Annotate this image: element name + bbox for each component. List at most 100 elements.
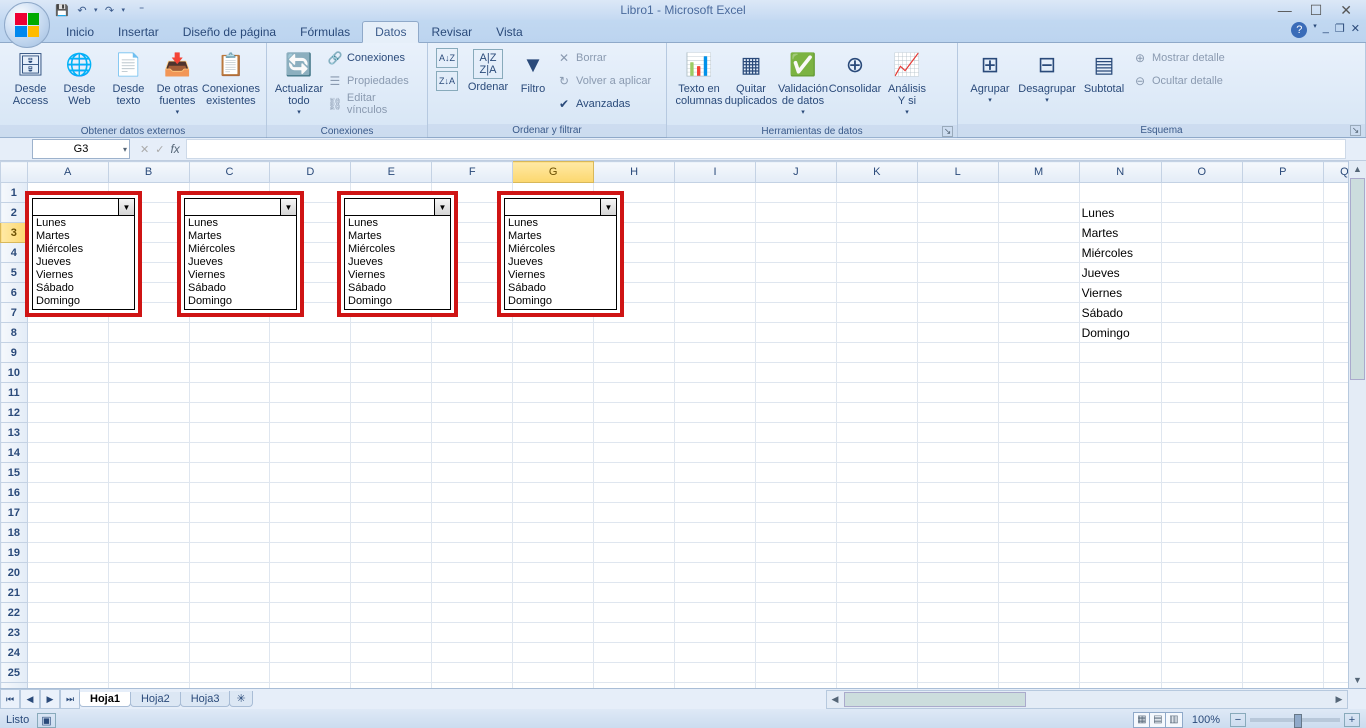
- cell-I8[interactable]: [675, 323, 756, 343]
- combo-option[interactable]: Miércoles: [508, 243, 613, 256]
- cell-G18[interactable]: [513, 523, 594, 543]
- cell-J13[interactable]: [755, 423, 836, 443]
- minimize-button[interactable]: —: [1278, 2, 1292, 19]
- cell-P13[interactable]: [1242, 423, 1323, 443]
- column-header-L[interactable]: L: [917, 162, 998, 183]
- row-header-1[interactable]: 1: [1, 183, 28, 203]
- undo-icon[interactable]: ↶: [74, 2, 90, 18]
- tab-nav-last-icon[interactable]: ⏭: [60, 689, 80, 709]
- cell-J11[interactable]: [755, 383, 836, 403]
- cell-F23[interactable]: [432, 623, 513, 643]
- cell-A22[interactable]: [27, 603, 108, 623]
- cell-A21[interactable]: [27, 583, 108, 603]
- cell-G22[interactable]: [513, 603, 594, 623]
- insert-sheet-button[interactable]: ✳: [229, 691, 252, 707]
- cell-D25[interactable]: [270, 663, 351, 683]
- cell-G20[interactable]: [513, 563, 594, 583]
- cell-B18[interactable]: [108, 523, 189, 543]
- cell-P15[interactable]: [1242, 463, 1323, 483]
- cell-F25[interactable]: [432, 663, 513, 683]
- cell-E18[interactable]: [351, 523, 432, 543]
- cell-H23[interactable]: [594, 623, 675, 643]
- quitar-duplicados-button[interactable]: ▦Quitar duplicados: [725, 47, 777, 109]
- cell-K5[interactable]: [836, 263, 917, 283]
- cell-O25[interactable]: [1161, 663, 1242, 683]
- maximize-button[interactable]: ☐: [1310, 2, 1323, 19]
- texto-columnas-button[interactable]: 📊Texto en columnas: [673, 47, 725, 109]
- cell-L13[interactable]: [917, 423, 998, 443]
- cell-F12[interactable]: [432, 403, 513, 423]
- cell-M11[interactable]: [998, 383, 1079, 403]
- cell-L6[interactable]: [917, 283, 998, 303]
- column-header-B[interactable]: B: [108, 162, 189, 183]
- cell-I2[interactable]: [675, 203, 756, 223]
- cell-D18[interactable]: [270, 523, 351, 543]
- dialog-launcher-esquema[interactable]: ↘: [1350, 125, 1361, 136]
- cell-F18[interactable]: [432, 523, 513, 543]
- sort-asc-button[interactable]: A↓Z: [436, 47, 462, 69]
- cell-D23[interactable]: [270, 623, 351, 643]
- cell-I20[interactable]: [675, 563, 756, 583]
- cell-P7[interactable]: [1242, 303, 1323, 323]
- cell-O15[interactable]: [1161, 463, 1242, 483]
- cell-L2[interactable]: [917, 203, 998, 223]
- cell-O9[interactable]: [1161, 343, 1242, 363]
- cell-K7[interactable]: [836, 303, 917, 323]
- cell-J24[interactable]: [755, 643, 836, 663]
- combo-option[interactable]: Martes: [36, 230, 131, 243]
- cell-K14[interactable]: [836, 443, 917, 463]
- cell-J20[interactable]: [755, 563, 836, 583]
- cell-C25[interactable]: [189, 663, 270, 683]
- cell-L22[interactable]: [917, 603, 998, 623]
- column-header-N[interactable]: N: [1079, 162, 1161, 183]
- row-header-5[interactable]: 5: [1, 263, 28, 283]
- column-header-E[interactable]: E: [351, 162, 432, 183]
- vscroll-thumb[interactable]: [1350, 178, 1365, 380]
- cell-I7[interactable]: [675, 303, 756, 323]
- combo-option[interactable]: Martes: [348, 230, 447, 243]
- cell-C10[interactable]: [189, 363, 270, 383]
- cell-A25[interactable]: [27, 663, 108, 683]
- cell-N2[interactable]: Lunes: [1079, 203, 1161, 223]
- cell-A24[interactable]: [27, 643, 108, 663]
- cell-A9[interactable]: [27, 343, 108, 363]
- row-header-11[interactable]: 11: [1, 383, 28, 403]
- combo-option[interactable]: Domingo: [36, 295, 131, 308]
- cell-D15[interactable]: [270, 463, 351, 483]
- cell-O5[interactable]: [1161, 263, 1242, 283]
- cell-O13[interactable]: [1161, 423, 1242, 443]
- cell-B15[interactable]: [108, 463, 189, 483]
- cell-F20[interactable]: [432, 563, 513, 583]
- cell-E16[interactable]: [351, 483, 432, 503]
- cell-G21[interactable]: [513, 583, 594, 603]
- cell-I21[interactable]: [675, 583, 756, 603]
- cell-L7[interactable]: [917, 303, 998, 323]
- cell-H19[interactable]: [594, 543, 675, 563]
- cell-N4[interactable]: Miércoles: [1079, 243, 1161, 263]
- cell-C8[interactable]: [189, 323, 270, 343]
- combo-option[interactable]: Sábado: [36, 282, 131, 295]
- cell-F9[interactable]: [432, 343, 513, 363]
- cell-P23[interactable]: [1242, 623, 1323, 643]
- cell-F22[interactable]: [432, 603, 513, 623]
- cell-P14[interactable]: [1242, 443, 1323, 463]
- cell-D21[interactable]: [270, 583, 351, 603]
- row-header-15[interactable]: 15: [1, 463, 28, 483]
- ocultar-detalle-button[interactable]: ⊖Ocultar detalle: [1132, 70, 1225, 92]
- subtotal-button[interactable]: ▤Subtotal: [1078, 47, 1130, 97]
- row-header-9[interactable]: 9: [1, 343, 28, 363]
- cell-D10[interactable]: [270, 363, 351, 383]
- cell-L12[interactable]: [917, 403, 998, 423]
- cell-N18[interactable]: [1079, 523, 1161, 543]
- cell-J23[interactable]: [755, 623, 836, 643]
- cell-N17[interactable]: [1079, 503, 1161, 523]
- cell-J17[interactable]: [755, 503, 836, 523]
- combo-option[interactable]: Miércoles: [348, 243, 447, 256]
- cell-O12[interactable]: [1161, 403, 1242, 423]
- de-otras-fuentes-button[interactable]: 📥De otras fuentes▾: [153, 47, 202, 121]
- cell-D12[interactable]: [270, 403, 351, 423]
- cell-M18[interactable]: [998, 523, 1079, 543]
- cell-A23[interactable]: [27, 623, 108, 643]
- row-header-22[interactable]: 22: [1, 603, 28, 623]
- cell-J9[interactable]: [755, 343, 836, 363]
